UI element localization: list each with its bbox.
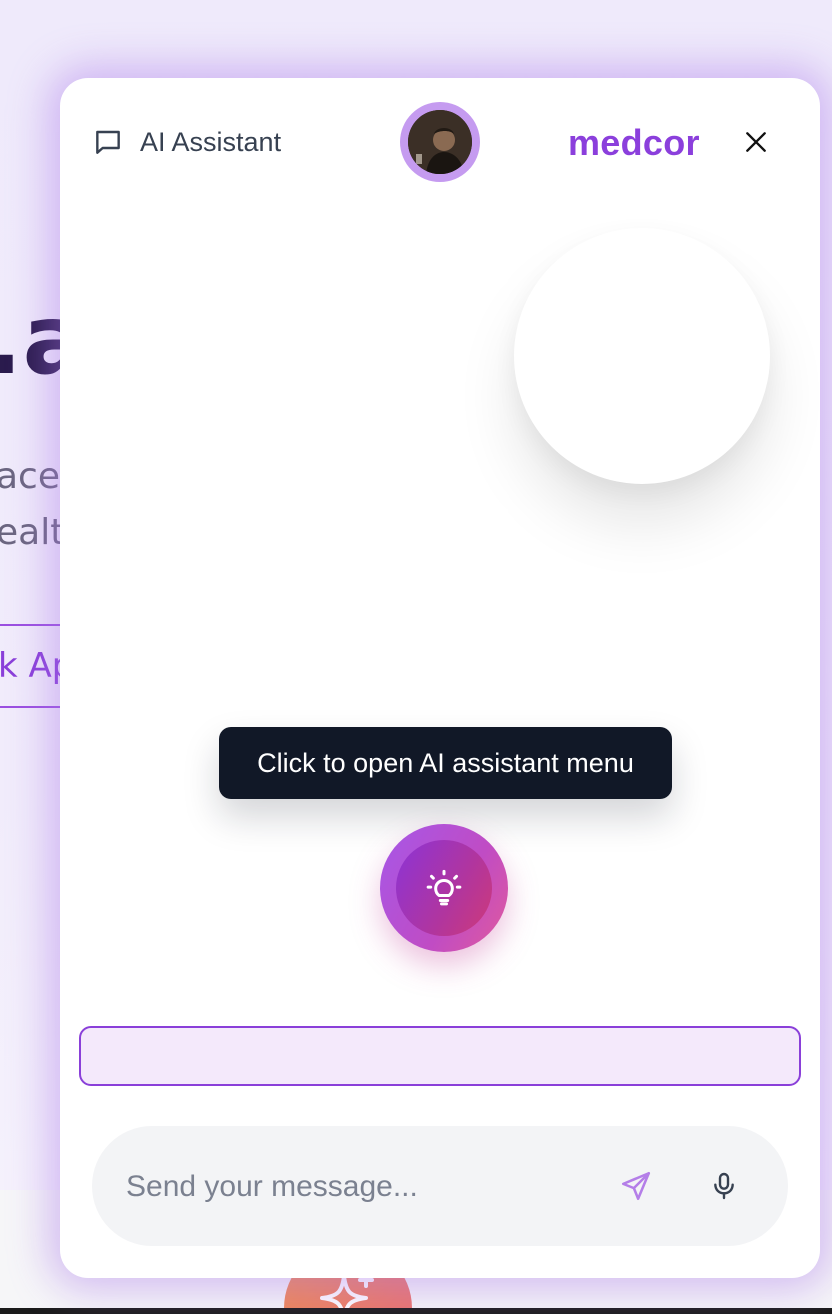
- chat-bubble-icon: [96, 130, 120, 154]
- ai-menu-button-inner: [396, 840, 492, 936]
- message-input[interactable]: [124, 1156, 588, 1218]
- send-icon: [621, 1171, 651, 1201]
- ai-assistant-panel: AI Assistant medcor Click to open AI ass…: [60, 78, 820, 1278]
- microphone-button[interactable]: [702, 1164, 746, 1208]
- panel-header: AI Assistant medcor: [60, 78, 820, 208]
- tooltip-text: Click to open AI assistant menu: [257, 747, 634, 778]
- suggestion-bar[interactable]: [79, 1026, 801, 1086]
- ai-menu-tooltip: Click to open AI assistant menu: [219, 727, 672, 799]
- panel-title: AI Assistant: [140, 126, 282, 157]
- header-title-group: AI Assistant: [92, 126, 281, 158]
- lightbulb-icon: [426, 869, 462, 906]
- close-icon: [746, 132, 766, 152]
- background-bottom-edge: [0, 1308, 832, 1314]
- send-button[interactable]: [614, 1164, 658, 1208]
- message-composer: [92, 1126, 788, 1246]
- assistant-avatar: [400, 102, 480, 182]
- assistant-orb: [514, 228, 770, 484]
- microphone-icon: [714, 1172, 734, 1200]
- background-text-line-2: ealt: [0, 512, 65, 553]
- ai-menu-button[interactable]: [380, 824, 508, 952]
- avatar-photo: [408, 110, 472, 174]
- close-button[interactable]: [736, 122, 776, 162]
- background-text-line-1: ace: [0, 456, 61, 497]
- brand-logo: medcor: [568, 122, 700, 163]
